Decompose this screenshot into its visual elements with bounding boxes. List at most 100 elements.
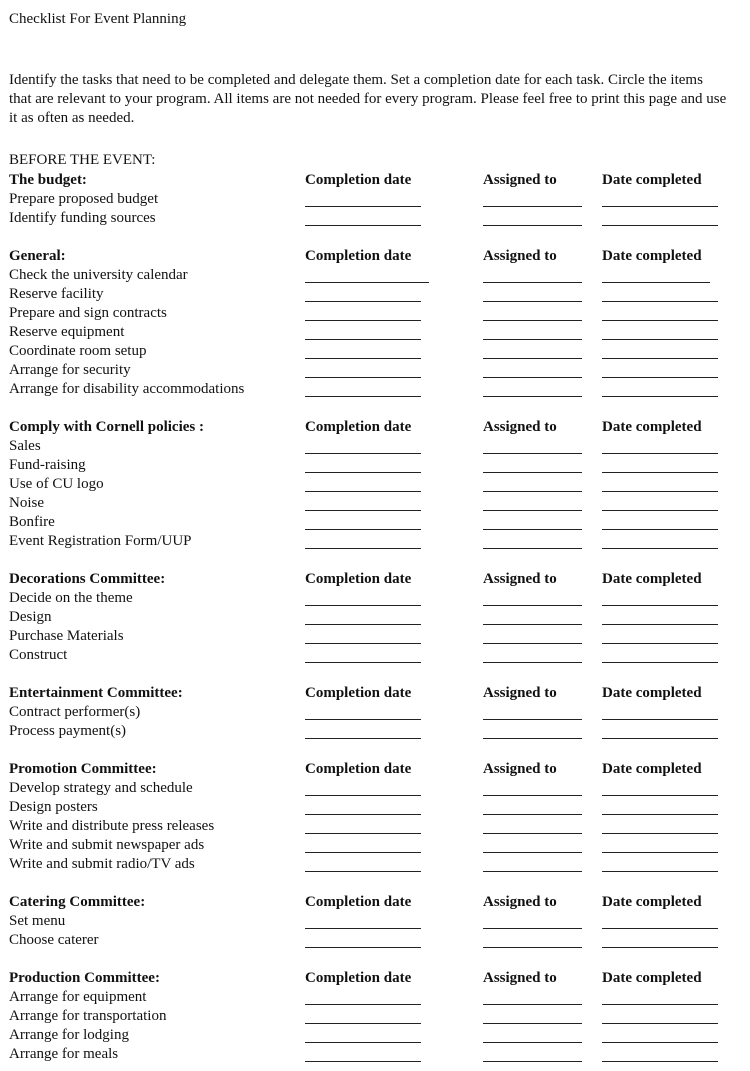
- date-completed-blank[interactable]: [602, 795, 718, 796]
- task-label[interactable]: Design: [9, 608, 52, 627]
- assigned-to-blank[interactable]: [483, 947, 582, 948]
- task-label[interactable]: Reserve equipment: [9, 323, 124, 342]
- date-completed-blank[interactable]: [602, 814, 718, 815]
- task-label[interactable]: Prepare and sign contracts: [9, 304, 167, 323]
- completion-date-blank[interactable]: [305, 225, 421, 226]
- task-label[interactable]: Fund-raising: [9, 456, 86, 475]
- date-completed-blank[interactable]: [602, 282, 710, 283]
- task-label[interactable]: Develop strategy and schedule: [9, 779, 193, 798]
- completion-date-blank[interactable]: [305, 852, 421, 853]
- date-completed-blank[interactable]: [602, 339, 718, 340]
- task-label[interactable]: Write and distribute press releases: [9, 817, 214, 836]
- date-completed-blank[interactable]: [602, 605, 718, 606]
- completion-date-blank[interactable]: [305, 453, 421, 454]
- assigned-to-blank[interactable]: [483, 719, 582, 720]
- completion-date-blank[interactable]: [305, 624, 421, 625]
- task-label[interactable]: Bonfire: [9, 513, 55, 532]
- date-completed-blank[interactable]: [602, 928, 718, 929]
- date-completed-blank[interactable]: [602, 358, 718, 359]
- date-completed-blank[interactable]: [602, 529, 718, 530]
- assigned-to-blank[interactable]: [483, 1004, 582, 1005]
- task-label[interactable]: Write and submit radio/TV ads: [9, 855, 195, 874]
- completion-date-blank[interactable]: [305, 833, 421, 834]
- assigned-to-blank[interactable]: [483, 472, 582, 473]
- completion-date-blank[interactable]: [305, 301, 421, 302]
- assigned-to-blank[interactable]: [483, 814, 582, 815]
- date-completed-blank[interactable]: [602, 320, 718, 321]
- assigned-to-blank[interactable]: [483, 358, 582, 359]
- date-completed-blank[interactable]: [602, 453, 718, 454]
- date-completed-blank[interactable]: [602, 1004, 718, 1005]
- completion-date-blank[interactable]: [305, 871, 421, 872]
- assigned-to-blank[interactable]: [483, 491, 582, 492]
- completion-date-blank[interactable]: [305, 662, 421, 663]
- assigned-to-blank[interactable]: [483, 1061, 582, 1062]
- assigned-to-blank[interactable]: [483, 738, 582, 739]
- task-label[interactable]: Coordinate room setup: [9, 342, 146, 361]
- assigned-to-blank[interactable]: [483, 453, 582, 454]
- date-completed-blank[interactable]: [602, 738, 718, 739]
- completion-date-blank[interactable]: [305, 358, 421, 359]
- date-completed-blank[interactable]: [602, 643, 718, 644]
- completion-date-blank[interactable]: [305, 339, 421, 340]
- completion-date-blank[interactable]: [305, 719, 421, 720]
- task-label[interactable]: Arrange for security: [9, 361, 131, 380]
- assigned-to-blank[interactable]: [483, 529, 582, 530]
- assigned-to-blank[interactable]: [483, 282, 582, 283]
- task-label[interactable]: Write and submit newspaper ads: [9, 836, 204, 855]
- task-label[interactable]: Process payment(s): [9, 722, 126, 741]
- date-completed-blank[interactable]: [602, 624, 718, 625]
- completion-date-blank[interactable]: [305, 643, 421, 644]
- task-label[interactable]: Arrange for transportation: [9, 1007, 166, 1026]
- task-label[interactable]: Decide on the theme: [9, 589, 133, 608]
- assigned-to-blank[interactable]: [483, 320, 582, 321]
- task-label[interactable]: Arrange for disability accommodations: [9, 380, 244, 399]
- task-label[interactable]: Contract performer(s): [9, 703, 140, 722]
- completion-date-blank[interactable]: [305, 605, 421, 606]
- task-label[interactable]: Noise: [9, 494, 44, 513]
- task-label[interactable]: Design posters: [9, 798, 98, 817]
- task-label[interactable]: Identify funding sources: [9, 209, 156, 228]
- completion-date-blank[interactable]: [305, 282, 429, 283]
- completion-date-blank[interactable]: [305, 738, 421, 739]
- date-completed-blank[interactable]: [602, 472, 718, 473]
- date-completed-blank[interactable]: [602, 225, 718, 226]
- completion-date-blank[interactable]: [305, 510, 421, 511]
- task-label[interactable]: Check the university calendar: [9, 266, 188, 285]
- assigned-to-blank[interactable]: [483, 377, 582, 378]
- date-completed-blank[interactable]: [602, 852, 718, 853]
- assigned-to-blank[interactable]: [483, 871, 582, 872]
- task-label[interactable]: Event Registration Form/UUP: [9, 532, 192, 551]
- date-completed-blank[interactable]: [602, 396, 718, 397]
- completion-date-blank[interactable]: [305, 377, 421, 378]
- assigned-to-blank[interactable]: [483, 548, 582, 549]
- assigned-to-blank[interactable]: [483, 1023, 582, 1024]
- date-completed-blank[interactable]: [602, 1023, 718, 1024]
- completion-date-blank[interactable]: [305, 1061, 421, 1062]
- completion-date-blank[interactable]: [305, 320, 421, 321]
- task-label[interactable]: Use of CU logo: [9, 475, 104, 494]
- task-label[interactable]: Set menu: [9, 912, 65, 931]
- task-label[interactable]: Arrange for meals: [9, 1045, 118, 1064]
- date-completed-blank[interactable]: [602, 377, 718, 378]
- date-completed-blank[interactable]: [602, 1061, 718, 1062]
- completion-date-blank[interactable]: [305, 529, 421, 530]
- completion-date-blank[interactable]: [305, 795, 421, 796]
- assigned-to-blank[interactable]: [483, 662, 582, 663]
- completion-date-blank[interactable]: [305, 206, 421, 207]
- assigned-to-blank[interactable]: [483, 301, 582, 302]
- assigned-to-blank[interactable]: [483, 833, 582, 834]
- completion-date-blank[interactable]: [305, 1004, 421, 1005]
- completion-date-blank[interactable]: [305, 472, 421, 473]
- task-label[interactable]: Arrange for equipment: [9, 988, 146, 1007]
- completion-date-blank[interactable]: [305, 1042, 421, 1043]
- assigned-to-blank[interactable]: [483, 928, 582, 929]
- completion-date-blank[interactable]: [305, 396, 421, 397]
- completion-date-blank[interactable]: [305, 548, 421, 549]
- date-completed-blank[interactable]: [602, 833, 718, 834]
- date-completed-blank[interactable]: [602, 301, 718, 302]
- task-label[interactable]: Purchase Materials: [9, 627, 124, 646]
- task-label[interactable]: Arrange for lodging: [9, 1026, 129, 1045]
- date-completed-blank[interactable]: [602, 206, 718, 207]
- assigned-to-blank[interactable]: [483, 339, 582, 340]
